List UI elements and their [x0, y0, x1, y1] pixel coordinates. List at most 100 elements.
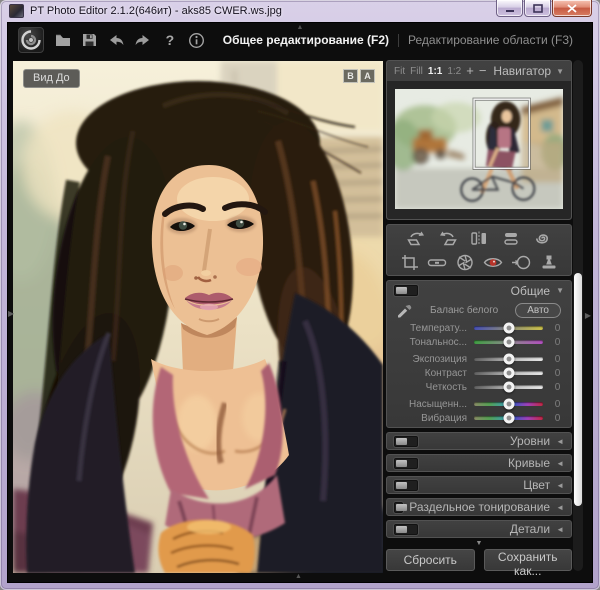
view-before-badge: Вид До — [23, 69, 80, 88]
temperature-label: Температу... — [391, 323, 467, 334]
contrast-handle[interactable] — [503, 368, 514, 379]
split-toning-panel[interactable]: Раздельное тонирование ◄ — [386, 498, 572, 516]
red-eye-icon — [482, 253, 504, 272]
saturation-slider[interactable] — [474, 402, 543, 406]
flip-horizontal-icon — [468, 229, 490, 247]
contrast-slider-row: Контраст 0 — [387, 366, 571, 380]
about-button[interactable] — [188, 30, 205, 50]
redo-button[interactable] — [134, 30, 152, 50]
white-balance-auto-button[interactable]: Авто — [515, 303, 561, 318]
general-panel-title: Общие — [511, 284, 550, 298]
right-panel-collapse-icon[interactable]: ▶ — [585, 311, 591, 320]
titlebar[interactable]: PT Photo Editor 2.1.2(646ит) - aks85 CWE… — [0, 0, 600, 22]
zoom-out-button[interactable]: − — [479, 66, 487, 76]
bottom-panel-expand-icon[interactable]: ▲ — [295, 573, 302, 580]
scrollbar-thumb[interactable] — [574, 273, 582, 506]
general-enable-toggle[interactable] — [394, 285, 418, 296]
exposure-slider[interactable] — [474, 357, 543, 361]
minimize-button[interactable] — [496, 0, 523, 17]
red-eye-button[interactable] — [480, 251, 506, 273]
rotate-left-button[interactable] — [403, 227, 429, 249]
details-expand-icon[interactable]: ◄ — [556, 525, 564, 534]
details-panel[interactable]: Детали ◄ — [386, 520, 572, 538]
app-logo[interactable] — [18, 27, 44, 53]
right-panel-scrollbar[interactable] — [573, 60, 583, 571]
zoom-in-button[interactable]: + — [466, 66, 474, 76]
save-as-button[interactable]: Сохранить как... — [484, 549, 573, 571]
vibrance-slider[interactable] — [474, 416, 543, 420]
levels-enable-toggle[interactable] — [394, 436, 418, 447]
open-file-button[interactable] — [54, 30, 72, 50]
zoom-1-2-button[interactable]: 1:2 — [447, 66, 461, 77]
temperature-handle[interactable] — [503, 323, 514, 334]
vibrance-handle[interactable] — [503, 413, 514, 424]
clarity-handle[interactable] — [503, 382, 514, 393]
split-toning-panel-title: Раздельное тонирование — [409, 500, 550, 514]
app-icon — [9, 4, 24, 18]
clone-stamp-button[interactable] — [536, 251, 562, 273]
saturation-handle[interactable] — [503, 399, 514, 410]
deskew-spiral-icon — [531, 229, 553, 248]
mode-tabs: Общее редактирование (F2) Редактирование… — [214, 23, 582, 57]
before-button[interactable]: B — [343, 69, 358, 83]
navigator-header: Fit Fill 1:1 1:2 + − Навигатор ▼ — [387, 61, 571, 81]
maximize-button[interactable] — [524, 0, 551, 17]
photo-image[interactable] — [13, 61, 383, 573]
save-button[interactable] — [81, 30, 98, 50]
navigator-viewport[interactable] — [474, 99, 529, 168]
zoom-1-1-button[interactable]: 1:1 — [428, 66, 442, 77]
clarity-slider-row: Четкость 0 — [387, 380, 571, 394]
zoom-fit-button[interactable]: Fit — [394, 66, 405, 77]
straighten-button[interactable] — [424, 251, 450, 273]
clone-stamp-icon — [538, 253, 560, 272]
toolbar-collapse-arrow-icon[interactable]: ▲ — [297, 24, 304, 31]
redo-icon — [134, 33, 152, 47]
contrast-slider[interactable] — [474, 371, 543, 375]
tint-handle[interactable] — [503, 337, 514, 348]
curves-enable-toggle[interactable] — [394, 458, 418, 469]
split-toning-expand-icon[interactable]: ◄ — [556, 503, 564, 512]
crop-icon — [399, 253, 420, 272]
curves-expand-icon[interactable]: ◄ — [556, 459, 564, 468]
flip-vertical-button[interactable] — [498, 227, 524, 249]
crop-button[interactable] — [396, 251, 422, 273]
reset-button[interactable]: Сбросить — [386, 549, 475, 571]
footer-buttons: Сбросить Сохранить как... — [386, 549, 572, 571]
exposure-handle[interactable] — [503, 354, 514, 365]
tab-general-editing[interactable]: Общее редактирование (F2) — [214, 33, 398, 47]
navigator-collapse-icon[interactable]: ▼ — [556, 67, 564, 76]
undo-button[interactable] — [107, 30, 125, 50]
flip-horizontal-button[interactable] — [466, 227, 492, 249]
levels-expand-icon[interactable]: ◄ — [556, 437, 564, 446]
split-toning-enable-toggle[interactable] — [394, 502, 403, 513]
levels-panel[interactable]: Уровни ◄ — [386, 432, 572, 450]
general-panel-header[interactable]: Общие ▼ — [387, 281, 571, 300]
denoise-button[interactable] — [452, 251, 478, 273]
clarity-slider[interactable] — [474, 385, 543, 389]
vignette-button[interactable] — [508, 251, 534, 273]
left-panel-expand-icon[interactable]: ▶ — [8, 309, 14, 318]
color-enable-toggle[interactable] — [394, 480, 418, 491]
after-button[interactable]: A — [360, 69, 375, 83]
tab-area-editing[interactable]: Редактирование области (F3) — [399, 33, 582, 47]
photo-canvas[interactable]: Вид До B A — [13, 61, 383, 573]
temperature-slider[interactable] — [474, 326, 543, 330]
clarity-value: 0 — [550, 382, 565, 393]
rotate-right-button[interactable] — [435, 227, 461, 249]
more-panels-arrow-icon[interactable]: ▼ — [386, 540, 572, 549]
help-button[interactable]: ? — [161, 30, 178, 50]
toggle-knob — [396, 438, 407, 445]
tint-slider[interactable] — [474, 340, 543, 344]
details-enable-toggle[interactable] — [394, 524, 418, 535]
vignette-icon — [510, 253, 532, 272]
deskew-button[interactable] — [529, 227, 555, 249]
color-panel[interactable]: Цвет ◄ — [386, 476, 572, 494]
curves-panel[interactable]: Кривые ◄ — [386, 454, 572, 472]
eyedropper-icon[interactable] — [395, 302, 413, 319]
navigator-thumbnail[interactable] — [395, 89, 563, 209]
close-button[interactable] — [552, 0, 592, 17]
aperture-icon — [454, 253, 476, 272]
general-collapse-icon[interactable]: ▼ — [556, 286, 564, 295]
zoom-fill-button[interactable]: Fill — [410, 66, 423, 77]
color-expand-icon[interactable]: ◄ — [556, 481, 564, 490]
